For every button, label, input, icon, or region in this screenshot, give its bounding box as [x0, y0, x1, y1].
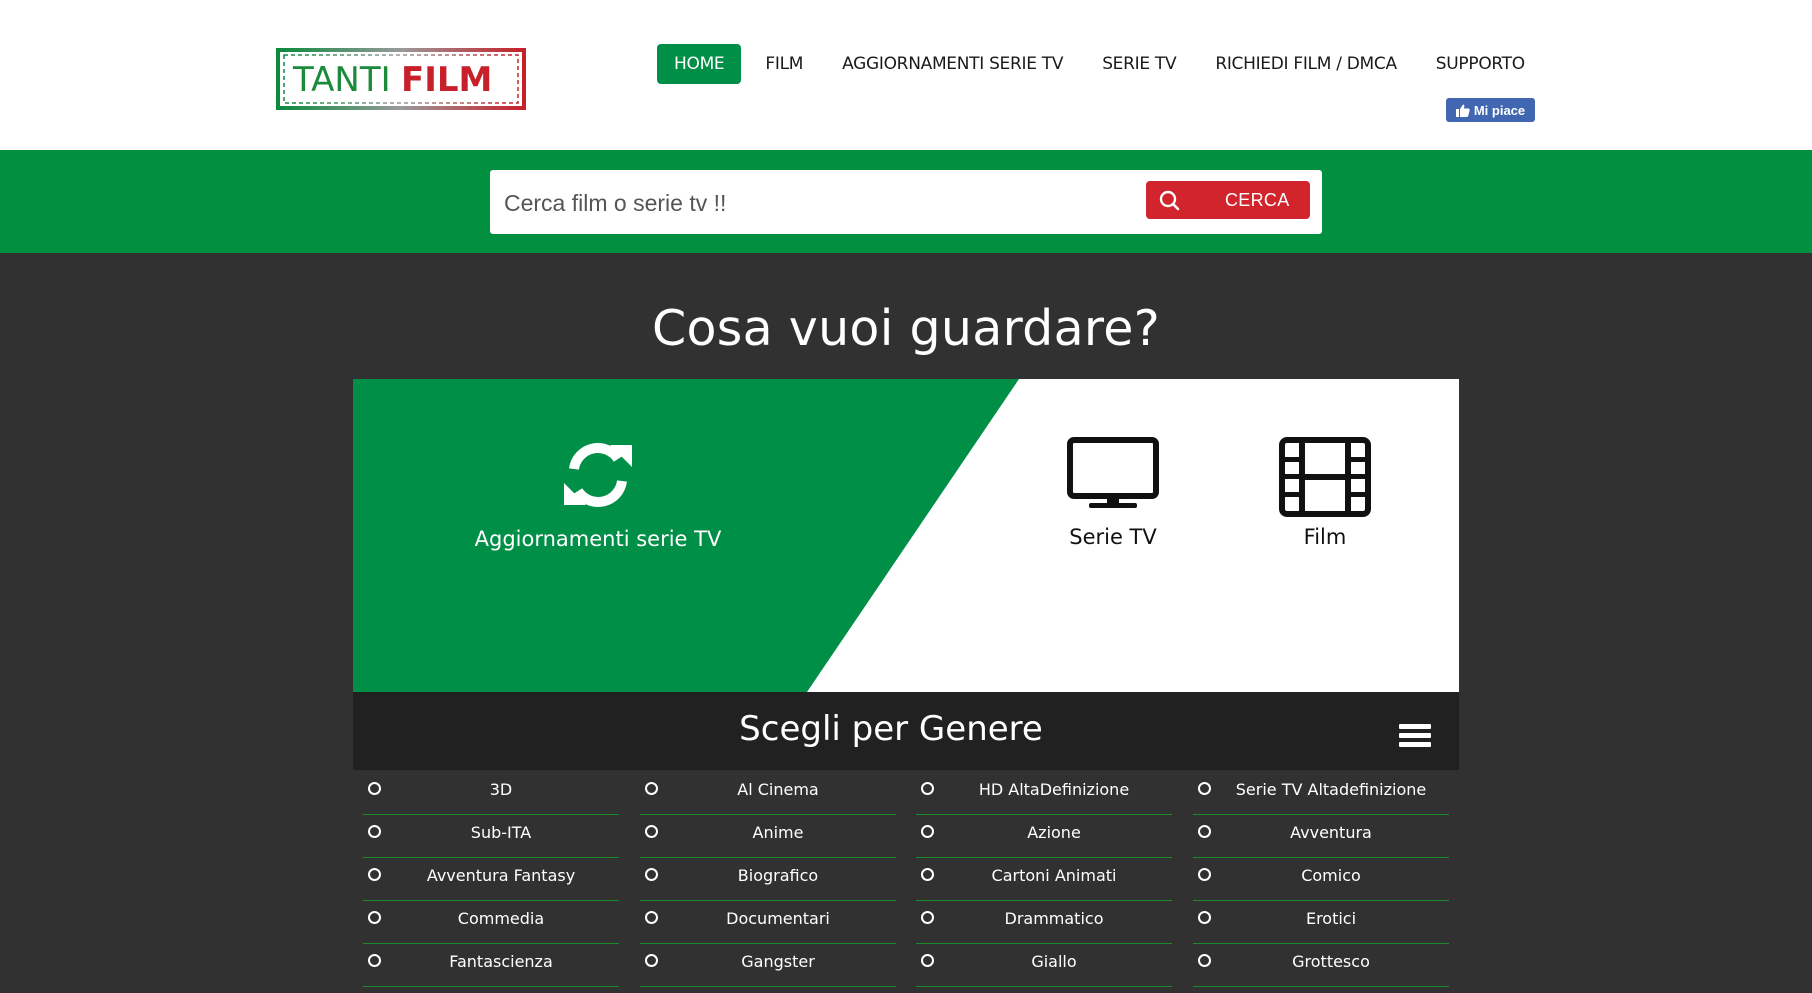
- search-button-label: CERCA: [1225, 189, 1290, 210]
- genre-item[interactable]: Serie TV Altadefinizione: [1193, 772, 1449, 815]
- bullet-icon: [1198, 868, 1211, 881]
- site-header: TANTI FILM HOME FILM AGGIORNAMENTI SERIE…: [0, 0, 1812, 150]
- bullet-icon: [921, 954, 934, 967]
- series-tv-card[interactable]: Serie TV: [1043, 437, 1183, 549]
- svg-text:FILM: FILM: [401, 60, 492, 100]
- hamburger-menu-icon[interactable]: [1399, 724, 1431, 752]
- genre-label: Avventura Fantasy: [426, 866, 576, 885]
- genre-item[interactable]: Biografico: [640, 858, 896, 901]
- bullet-icon: [921, 868, 934, 881]
- bullet-icon: [645, 825, 658, 838]
- genre-item[interactable]: Avventura: [1193, 815, 1449, 858]
- page-title: Cosa vuoi guardare?: [651, 300, 1161, 357]
- genre-item[interactable]: Erotici: [1193, 901, 1449, 944]
- nav-support[interactable]: SUPPORTO: [1418, 44, 1543, 84]
- series-updates-label: Aggiornamenti serie TV: [474, 527, 722, 551]
- genre-item[interactable]: Documentari: [640, 901, 896, 944]
- logo-text: TANTI: [292, 60, 391, 100]
- nav-series-updates[interactable]: AGGIORNAMENTI SERIE TV: [824, 44, 1081, 84]
- genre-label: Gangster: [741, 952, 815, 971]
- genre-label: Azione: [1027, 823, 1081, 842]
- bullet-icon: [645, 868, 658, 881]
- genre-label: Serie TV Altadefinizione: [1235, 780, 1427, 799]
- genre-list: 3D Sub-ITA Avventura Fantasy Commedia Fa…: [353, 772, 1459, 993]
- genre-label: Al Cinema: [737, 780, 819, 799]
- sync-icon: [564, 442, 632, 508]
- bullet-icon: [645, 782, 658, 795]
- bullet-icon: [1198, 825, 1211, 838]
- genre-item[interactable]: Comico: [1193, 858, 1449, 901]
- genre-label: HD AltaDefinizione: [978, 780, 1130, 799]
- film-label: Film: [1303, 525, 1347, 549]
- search-icon: [1159, 190, 1180, 211]
- genre-item[interactable]: Anime: [640, 815, 896, 858]
- genre-item[interactable]: 3D: [363, 772, 619, 815]
- bullet-icon: [368, 911, 381, 924]
- genre-label: Erotici: [1305, 909, 1357, 928]
- search-button[interactable]: CERCA: [1146, 181, 1310, 219]
- bullet-icon: [1198, 954, 1211, 967]
- bullet-icon: [368, 954, 381, 967]
- facebook-like-label: Mi piace: [1473, 102, 1526, 118]
- bullet-icon: [645, 954, 658, 967]
- genre-label: Comico: [1301, 866, 1361, 885]
- search-input[interactable]: [502, 183, 1106, 223]
- choice-panel: Aggiornamenti serie TV Serie TV Film: [353, 379, 1459, 692]
- genre-label: Documentari: [726, 909, 830, 928]
- bullet-icon: [921, 782, 934, 795]
- series-updates-card[interactable]: Aggiornamenti serie TV: [433, 435, 763, 551]
- thumbs-up-icon: [1455, 104, 1470, 117]
- film-icon: [1279, 437, 1371, 517]
- genre-item[interactable]: Gangster: [640, 944, 896, 987]
- facebook-like-button[interactable]: Mi piace: [1446, 98, 1535, 122]
- genre-label: Drammatico: [1004, 909, 1104, 928]
- bullet-icon: [1198, 782, 1211, 795]
- genre-item[interactable]: HD AltaDefinizione: [916, 772, 1172, 815]
- nav-film[interactable]: FILM: [747, 44, 821, 84]
- genre-item[interactable]: Commedia: [363, 901, 619, 944]
- search-box: CERCA: [490, 170, 1322, 234]
- series-tv-label: Serie TV: [1069, 525, 1157, 549]
- genre-item[interactable]: Sub-ITA: [363, 815, 619, 858]
- search-band: CERCA: [0, 150, 1812, 253]
- genre-item[interactable]: Drammatico: [916, 901, 1172, 944]
- genre-item[interactable]: Giallo: [916, 944, 1172, 987]
- site-logo[interactable]: TANTI FILM: [276, 48, 526, 110]
- genre-item[interactable]: Fantascienza: [363, 944, 619, 987]
- genre-label: Giallo: [1031, 952, 1077, 971]
- bullet-icon: [368, 782, 381, 795]
- genre-item[interactable]: Al Cinema: [640, 772, 896, 815]
- genre-label: Grottesco: [1292, 952, 1370, 971]
- nav-series-tv[interactable]: SERIE TV: [1084, 44, 1194, 84]
- genre-label: Commedia: [457, 909, 545, 928]
- genre-item[interactable]: Grottesco: [1193, 944, 1449, 987]
- genre-label: 3D: [489, 780, 513, 799]
- tv-icon: [1067, 437, 1159, 508]
- bullet-icon: [368, 825, 381, 838]
- bullet-icon: [368, 868, 381, 881]
- genre-label: Avventura: [1290, 823, 1372, 842]
- genre-label: Sub-ITA: [470, 823, 532, 842]
- genre-label: Cartoni Animati: [991, 866, 1117, 885]
- main-nav: HOME FILM AGGIORNAMENTI SERIE TV SERIE T…: [657, 44, 1546, 84]
- bullet-icon: [921, 825, 934, 838]
- genre-label: Fantascienza: [449, 952, 553, 971]
- genre-title: Scegli per Genere: [739, 709, 1043, 749]
- genre-item[interactable]: Azione: [916, 815, 1172, 858]
- genre-header: Scegli per Genere: [353, 692, 1459, 770]
- nav-home[interactable]: HOME: [657, 44, 742, 84]
- film-card[interactable]: Film: [1255, 437, 1395, 549]
- nav-request-dmca[interactable]: RICHIEDI FILM / DMCA: [1197, 44, 1414, 84]
- genre-item[interactable]: Avventura Fantasy: [363, 858, 619, 901]
- bullet-icon: [645, 911, 658, 924]
- genre-label: Anime: [752, 823, 804, 842]
- genre-item[interactable]: Cartoni Animati: [916, 858, 1172, 901]
- bullet-icon: [921, 911, 934, 924]
- bullet-icon: [1198, 911, 1211, 924]
- genre-label: Biografico: [737, 866, 819, 885]
